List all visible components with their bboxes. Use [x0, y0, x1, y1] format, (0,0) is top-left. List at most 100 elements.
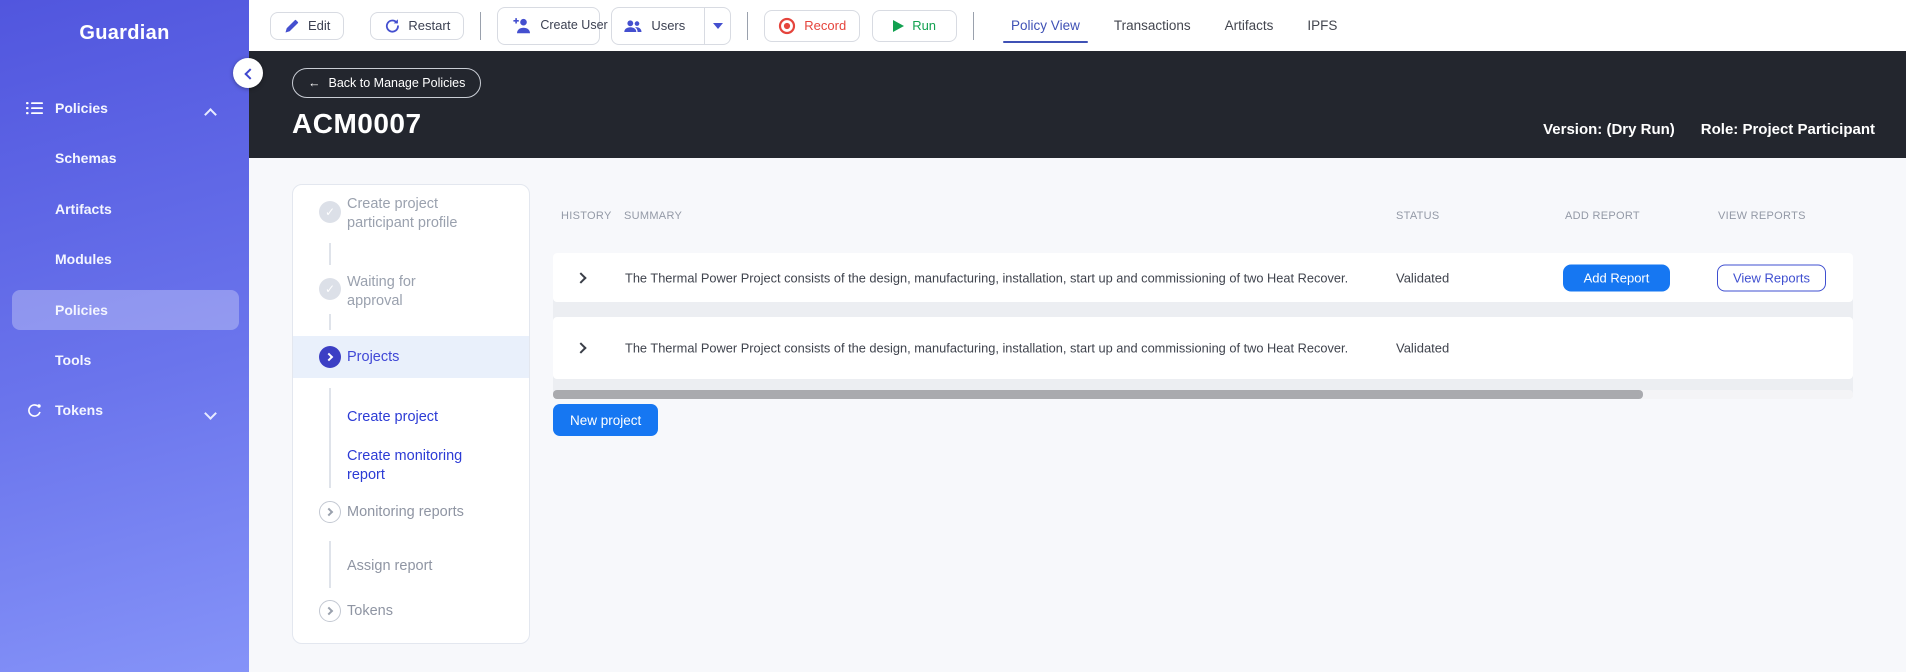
table-row: The Thermal Power Project consists of th…: [553, 253, 1853, 302]
policy-version: Version: (Dry Run): [1543, 121, 1675, 138]
app-logo: Guardian: [79, 22, 170, 44]
toolbar-divider: [747, 11, 749, 40]
sidebar-item-label: Policies: [55, 302, 108, 318]
column-header-summary: SUMMARY: [624, 210, 683, 222]
step-projects[interactable]: Projects: [347, 348, 399, 367]
view-reports-button[interactable]: View Reports: [1717, 264, 1826, 291]
new-project-button[interactable]: New project: [553, 404, 659, 436]
sidebar-item-policies[interactable]: Policies: [0, 290, 249, 330]
play-icon: [893, 19, 905, 32]
run-label: Run: [912, 18, 937, 33]
sidebar: Guardian Policies Schemas Artifacts Modu…: [0, 0, 249, 672]
project-summary: The Thermal Power Project consists of th…: [625, 270, 1349, 285]
back-label: Back to Manage Policies: [328, 76, 466, 90]
restart-button[interactable]: Restart: [370, 11, 465, 40]
add-report-button[interactable]: Add Report: [1563, 264, 1670, 291]
record-icon: [778, 17, 796, 35]
toolbar-divider: [480, 11, 482, 40]
policy-title: ACM0007: [292, 108, 422, 139]
column-header-add-report: ADD REPORT: [1565, 210, 1640, 222]
project-summary: The Thermal Power Project consists of th…: [625, 340, 1349, 356]
back-to-manage-policies-button[interactable]: ← Back to Manage Policies: [292, 68, 482, 98]
chevron-down-icon: [206, 410, 215, 419]
back-arrow-icon: ←: [308, 76, 321, 90]
create-user-button[interactable]: Create User: [497, 6, 608, 45]
sidebar-item-label: Tools: [55, 352, 92, 368]
users-split-button[interactable]: Users: [611, 6, 732, 45]
tab-label: Transactions: [1113, 18, 1191, 33]
sidebar-item-tokens[interactable]: Tokens: [0, 390, 249, 430]
sidebar-item-label: Artifacts: [55, 201, 112, 217]
edit-button[interactable]: Edit: [270, 11, 345, 40]
sidebar-item-policies-parent[interactable]: Policies: [0, 88, 249, 128]
pencil-icon: [284, 18, 300, 34]
column-header-status: STATUS: [1396, 210, 1440, 222]
chevron-right-icon: [319, 346, 341, 368]
sidebar-item-label: Modules: [55, 251, 112, 267]
step-waiting-approval[interactable]: Waiting for approval: [347, 273, 442, 311]
users-dropdown-toggle[interactable]: [704, 7, 730, 44]
tab-label: IPFS: [1307, 18, 1338, 33]
guardian-app: Guardian Policies Schemas Artifacts Modu…: [0, 0, 1906, 672]
policy-header: ← Back to Manage Policies ACM0007 Versio…: [249, 51, 1906, 158]
sidebar-item-artifacts[interactable]: Artifacts: [0, 189, 249, 229]
restart-icon: [384, 18, 400, 34]
toolbar: Edit Restart Create User Users Record Ru…: [249, 0, 1906, 51]
horizontal-scrollbar-thumb[interactable]: [553, 390, 1643, 399]
step-connector: [329, 243, 331, 265]
step-connector: [329, 541, 331, 588]
sidebar-item-label: Tokens: [55, 402, 103, 418]
sidebar-item-label: Schemas: [55, 150, 117, 166]
sidebar-item-modules[interactable]: Modules: [0, 239, 249, 279]
expand-row-icon[interactable]: [575, 342, 587, 354]
chevron-right-icon: [319, 600, 341, 622]
tab-artifacts[interactable]: Artifacts: [1208, 0, 1291, 51]
status-badge: Validated: [1396, 340, 1450, 356]
person-add-icon: [511, 17, 532, 34]
sidebar-item-tools[interactable]: Tools: [0, 340, 249, 380]
policy-stepper: ✓ Create project participant profile ✓ W…: [292, 184, 530, 644]
column-header-view-reports: VIEW REPORTS: [1718, 210, 1806, 222]
step-tokens[interactable]: Tokens: [347, 602, 393, 621]
collapse-sidebar-button[interactable]: [233, 58, 263, 88]
step-check-icon: ✓: [319, 278, 341, 300]
step-assign-report[interactable]: Assign report: [347, 557, 432, 576]
tab-ipfs[interactable]: IPFS: [1290, 0, 1354, 51]
policy-meta: Version: (Dry Run) Role: Project Partici…: [1543, 121, 1875, 138]
step-create-monitoring-report-link[interactable]: Create monitoring report: [347, 447, 472, 485]
users-icon: [623, 19, 643, 33]
projects-table: HISTORY SUMMARY STATUS ADD REPORT VIEW R…: [553, 158, 1853, 458]
step-connector: [329, 314, 331, 330]
step-connector: [329, 388, 331, 488]
record-label: Record: [804, 18, 847, 33]
step-create-profile[interactable]: Create project participant profile: [347, 195, 477, 233]
sidebar-item-schemas[interactable]: Schemas: [0, 138, 249, 178]
toolbar-divider: [973, 11, 975, 40]
content-area: ✓ Create project participant profile ✓ W…: [249, 158, 1906, 672]
tab-transactions[interactable]: Transactions: [1097, 0, 1208, 51]
users-button-main[interactable]: Users: [612, 8, 696, 44]
chevron-right-icon: [319, 501, 341, 523]
list-icon: [25, 99, 43, 117]
create-user-label: Create User: [540, 18, 608, 33]
tab-label: Policy View: [1011, 18, 1080, 33]
chevron-up-icon: [206, 108, 215, 117]
restart-label: Restart: [408, 18, 451, 33]
edit-label: Edit: [308, 18, 331, 33]
horizontal-scrollbar[interactable]: [553, 390, 1853, 399]
table-rows-panel: The Thermal Power Project consists of th…: [553, 253, 1853, 399]
main-area: Edit Restart Create User Users Record Ru…: [249, 0, 1906, 672]
dropdown-caret-icon: [712, 22, 723, 29]
record-button[interactable]: Record: [764, 9, 861, 42]
step-monitoring-reports[interactable]: Monitoring reports: [347, 503, 464, 522]
expand-row-icon[interactable]: [575, 271, 587, 284]
policy-role: Role: Project Participant: [1700, 121, 1875, 138]
sidebar-item-label: Policies: [55, 100, 108, 116]
tab-policy-view[interactable]: Policy View: [994, 0, 1097, 51]
run-button[interactable]: Run: [872, 9, 958, 42]
step-create-project-link[interactable]: Create project: [347, 408, 438, 427]
token-icon: [25, 401, 43, 419]
active-tab-underline: [1003, 41, 1088, 43]
tab-label: Artifacts: [1224, 18, 1274, 33]
chevron-left-icon: [243, 67, 256, 80]
